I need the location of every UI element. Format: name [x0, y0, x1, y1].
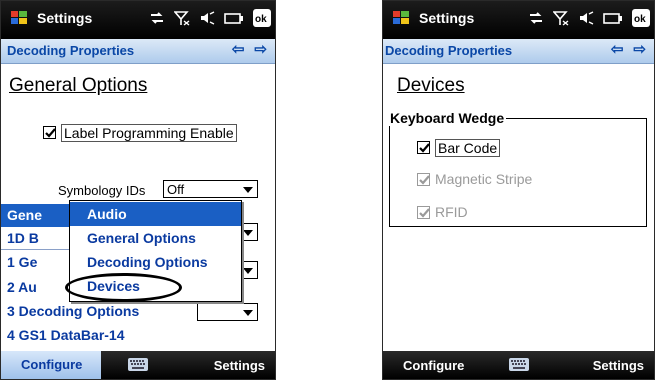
- status-bar: Settings ok: [1, 1, 275, 39]
- symbology-ids-dropdown[interactable]: Off: [163, 180, 258, 198]
- status-bar: Settings ok: [383, 1, 654, 39]
- section-heading: Devices: [397, 75, 465, 96]
- right-device-screen: Settings ok Decoding Properties ⇦ ⇨ Devi…: [382, 0, 655, 380]
- menu-item-general-options[interactable]: General Options: [70, 226, 241, 250]
- settings-softkey[interactable]: Settings: [214, 358, 265, 373]
- svg-text:ok: ok: [634, 14, 646, 25]
- hidden-dropdown[interactable]: [197, 303, 258, 321]
- label-programming-checkbox[interactable]: [43, 126, 56, 139]
- symbology-ids-label: Symbology IDs: [58, 183, 146, 198]
- windows-logo-icon[interactable]: [11, 11, 28, 25]
- connectivity-icon[interactable]: [149, 10, 165, 26]
- title-bar: Decoding Properties ⇦ ⇨: [1, 39, 275, 64]
- no-signal-icon[interactable]: [553, 10, 569, 26]
- softkey-bar: Configure Settings: [1, 351, 275, 379]
- connectivity-icon[interactable]: [528, 10, 544, 26]
- configure-softkey[interactable]: Configure: [1, 351, 101, 379]
- forward-arrow-icon[interactable]: ⇨: [633, 42, 646, 58]
- battery-icon[interactable]: [603, 10, 623, 26]
- dropdown-arrow-icon: [243, 268, 253, 274]
- checkmark-icon: [419, 175, 430, 185]
- page-title: Decoding Properties: [385, 43, 513, 58]
- page-title: Decoding Properties: [7, 43, 135, 58]
- list-item[interactable]: 3 Decoding Options: [1, 300, 197, 323]
- battery-icon[interactable]: [224, 10, 244, 26]
- windows-logo-icon[interactable]: [393, 11, 410, 25]
- highlight-circle: [65, 273, 182, 302]
- title-bar: Decoding Properties ⇦ ⇨: [383, 39, 654, 64]
- no-signal-icon[interactable]: [174, 10, 190, 26]
- svg-text:ok: ok: [255, 14, 267, 25]
- group-legend: Keyboard Wedge: [390, 110, 505, 126]
- magnetic-stripe-checkbox[interactable]: [417, 173, 430, 186]
- settings-softkey[interactable]: Settings: [593, 358, 644, 373]
- list-item[interactable]: 4 GS1 DataBar-14: [1, 324, 197, 347]
- ok-icon[interactable]: ok: [632, 9, 650, 27]
- volume-icon[interactable]: [199, 10, 215, 26]
- rfid-label[interactable]: RFID: [435, 204, 468, 220]
- softkey-bar: Configure Settings: [383, 351, 654, 379]
- menu-item-decoding-options[interactable]: Decoding Options: [70, 250, 241, 274]
- menu-item-audio[interactable]: Audio: [70, 202, 241, 226]
- status-title: Settings: [419, 10, 475, 26]
- dropdown-arrow-icon: [243, 187, 253, 193]
- configure-softkey[interactable]: Configure: [403, 358, 464, 373]
- forward-arrow-icon[interactable]: ⇨: [254, 42, 267, 58]
- magnetic-stripe-label[interactable]: Magnetic Stripe: [435, 171, 532, 187]
- keyboard-icon[interactable]: [508, 358, 529, 371]
- status-title: Settings: [37, 10, 93, 26]
- dropdown-arrow-icon: [243, 230, 253, 236]
- checkmark-icon: [419, 208, 430, 218]
- dropdown-arrow-icon: [243, 310, 253, 316]
- label-programming-label[interactable]: Label Programming Enable: [61, 124, 237, 142]
- bar-code-label[interactable]: Bar Code: [435, 139, 501, 157]
- checkmark-icon: [45, 128, 56, 138]
- rfid-checkbox[interactable]: [417, 206, 430, 219]
- keyboard-icon[interactable]: [128, 358, 148, 371]
- ok-icon[interactable]: ok: [253, 9, 271, 27]
- volume-icon[interactable]: [578, 10, 594, 26]
- back-arrow-icon[interactable]: ⇦: [611, 42, 624, 58]
- back-arrow-icon[interactable]: ⇦: [232, 42, 245, 58]
- bar-code-checkbox[interactable]: [417, 141, 430, 154]
- symbology-ids-value: Off: [167, 182, 185, 197]
- checkmark-icon: [419, 143, 430, 153]
- left-device-screen: Settings ok Decoding Properties ⇦ ⇨ Gene…: [0, 0, 276, 380]
- section-heading: General Options: [9, 75, 148, 96]
